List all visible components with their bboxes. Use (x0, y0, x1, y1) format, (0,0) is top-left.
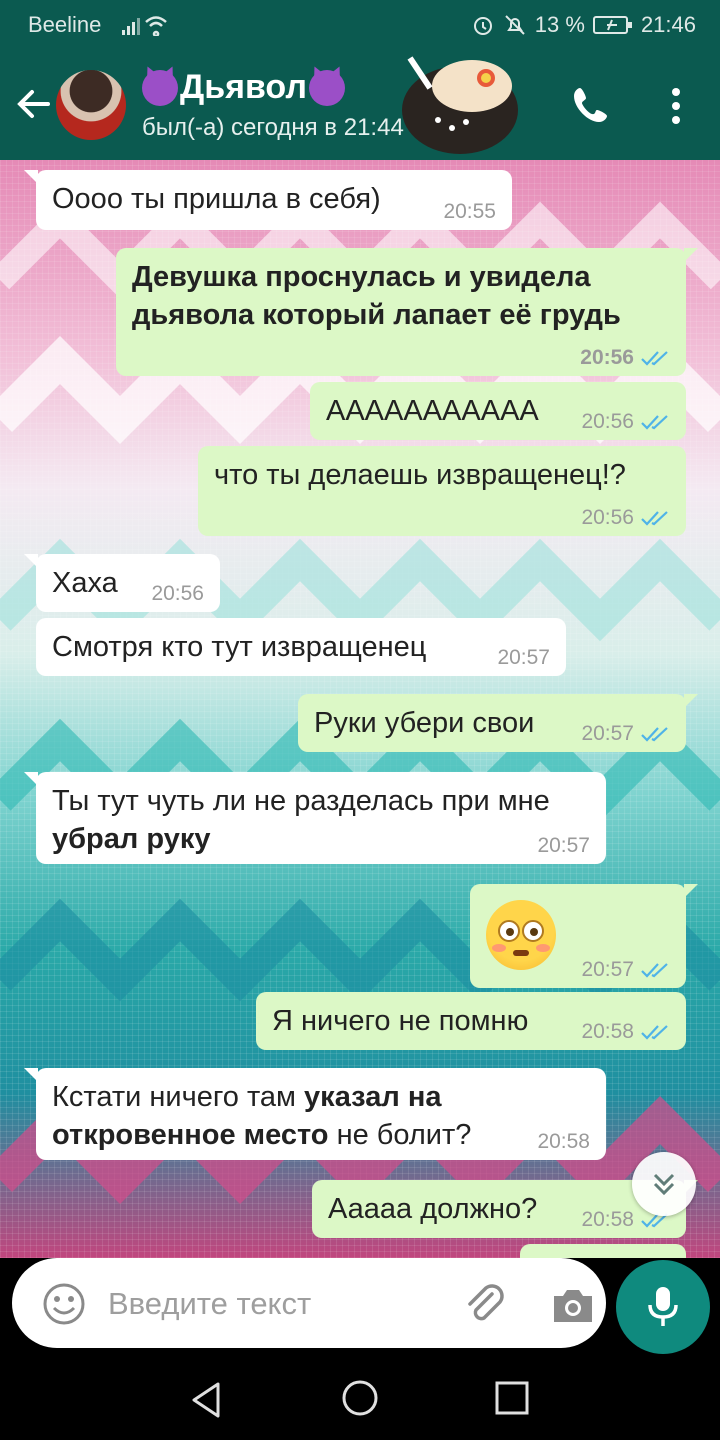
message-time: 20:56 (580, 346, 634, 369)
microphone-icon (648, 1287, 678, 1326)
double-chevron-down-icon (653, 1173, 675, 1196)
battery-icon (592, 16, 632, 34)
status-bar: Beeline 13 % 21:46 (0, 0, 720, 48)
message-incoming[interactable]: Хаха 20:56 (24, 554, 220, 612)
read-ticks-icon (641, 962, 668, 978)
message-outgoing[interactable]: Девушка проснулась и увидела дьявола кот… (116, 248, 698, 376)
message-outgoing[interactable]: Я ничего не помню 20:58 (256, 992, 686, 1050)
mute-bell-icon (505, 15, 525, 35)
message-text-bold: убрал руку (52, 823, 211, 855)
back-arrow-icon[interactable] (14, 84, 54, 124)
message-incoming[interactable]: Кстати ничего там указал на откровенное … (24, 1068, 606, 1160)
message-incoming[interactable]: Oooo ты пришла в себя) 20:55 (24, 170, 512, 230)
last-seen-status: был(-а) сегодня в 21:44 (142, 114, 404, 141)
voice-record-button[interactable] (616, 1260, 710, 1354)
message-time: 20:56 (581, 506, 634, 529)
message-time: 20:58 (581, 1208, 634, 1231)
nav-back-icon[interactable] (186, 1380, 226, 1420)
message-outgoing-emoji[interactable]: 20:57 (470, 884, 698, 988)
message-meta: 20:56 (580, 347, 670, 368)
message-input[interactable] (108, 1282, 438, 1326)
message-time: 20:58 (537, 1130, 590, 1153)
scroll-to-bottom-button[interactable] (632, 1152, 696, 1216)
message-meta: 20:56 (581, 507, 670, 528)
read-ticks-icon (641, 726, 668, 742)
message-text-plain: Кстати ничего там (52, 1081, 305, 1113)
system-nav-bar (0, 1358, 720, 1440)
composer-bar (0, 1258, 720, 1358)
message-text-plain: не болит? (328, 1119, 472, 1151)
chat-header: Дьявол был(-а) сегодня в 21:44 (0, 48, 720, 160)
message-meta: 20:57 (581, 959, 670, 980)
sticker-decoration-icon (402, 56, 518, 154)
read-ticks-icon (641, 510, 668, 526)
contact-name: Дьявол (180, 68, 307, 106)
message-text: Смотря кто тут извращенец (52, 631, 427, 663)
message-meta: 20:58 (581, 1021, 670, 1042)
read-ticks-icon (641, 1024, 668, 1040)
message-text: Oooo ты пришла в себя) (52, 183, 381, 215)
message-time: 20:56 (581, 410, 634, 433)
message-text-plain: Ты тут чуть ли не разделась при мне (52, 785, 550, 817)
read-ticks-icon (641, 414, 668, 430)
message-time: 20:56 (151, 582, 204, 605)
message-text: Кстати ничего там указал на откровенное … (52, 1078, 532, 1154)
message-time: 20:57 (497, 646, 550, 669)
contact-name-row[interactable]: Дьявол (142, 68, 345, 107)
nav-home-icon[interactable] (340, 1378, 380, 1418)
message-text: что ты делаешь извращенец!? (214, 459, 626, 491)
flushed-face-emoji-icon (486, 900, 556, 970)
clock: 21:46 (640, 12, 696, 37)
status-right: 13 % 21:46 (471, 12, 696, 38)
emoji-smiley-icon[interactable] (42, 1282, 86, 1326)
battery-percent: 13 % (534, 12, 585, 37)
message-time: 20:58 (581, 1020, 634, 1043)
message-time: 20:57 (537, 834, 590, 857)
camera-icon[interactable] (550, 1282, 596, 1328)
signal-wifi-icon (122, 16, 167, 36)
alarm-icon (473, 17, 492, 35)
paperclip-icon[interactable] (462, 1282, 508, 1328)
message-time: 20:57 (581, 722, 634, 745)
avatar[interactable] (56, 70, 126, 140)
message-time: 20:57 (581, 958, 634, 981)
message-incoming[interactable]: Ты тут чуть ли не разделась при мне убра… (24, 772, 606, 864)
message-meta: 20:56 (581, 411, 670, 432)
chat-area[interactable]: Oooo ты пришла в себя) 20:55 Девушка про… (0, 160, 720, 1258)
devil-emoji-icon (142, 69, 178, 106)
nav-recents-icon[interactable] (494, 1380, 530, 1416)
message-time: 20:55 (443, 200, 496, 223)
message-text: Ты тут чуть ли не разделась при мне убра… (52, 782, 552, 858)
message-outgoing[interactable]: что ты делаешь извращенец!? 20:56 (198, 446, 686, 536)
more-vert-icon[interactable] (664, 84, 688, 128)
carrier-name: Beeline (28, 12, 102, 37)
message-text: Девушка проснулась и увидела дьявола кот… (132, 261, 621, 331)
message-outgoing-partial[interactable] (520, 1244, 686, 1258)
message-meta: 20:57 (581, 723, 670, 744)
message-outgoing[interactable]: Ааааа должно? 20:58 (312, 1180, 698, 1238)
message-outgoing[interactable]: ААААААААААА 20:56 (310, 382, 686, 440)
devil-emoji-icon (308, 69, 345, 106)
composer-pill (12, 1258, 606, 1348)
phone-icon[interactable] (570, 82, 614, 126)
message-outgoing[interactable]: Руки убери свои 20:57 (298, 694, 698, 752)
read-ticks-icon (641, 350, 668, 366)
message-incoming[interactable]: Смотря кто тут извращенец 20:57 (36, 618, 566, 676)
